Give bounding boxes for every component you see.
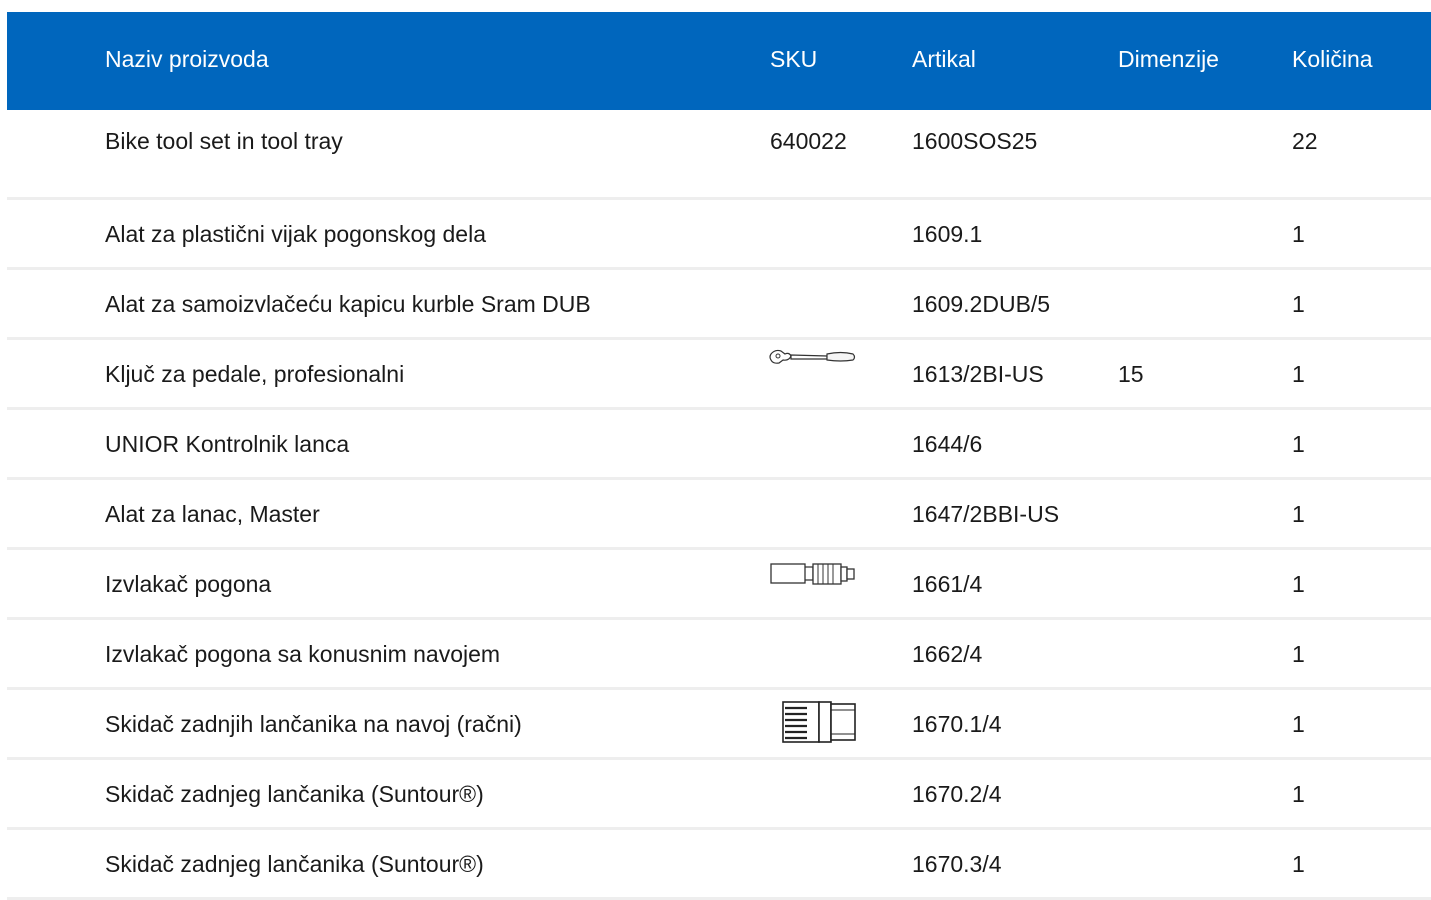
product-name[interactable]: Skidač zadnjih lančanika na navoj (račni… xyxy=(105,710,522,738)
product-quantity: 1 xyxy=(1292,221,1305,247)
table-row: Ključ za pedale, profesionalni 1613/2BI-… xyxy=(7,340,1431,410)
table-row: UNIOR Kontrolnik lanca 1644/6 1 xyxy=(7,410,1431,480)
table-row: Skidač zadnjeg lančanika (Suntour®) 1670… xyxy=(7,760,1431,830)
table-row: Izvlakač pogona 1661/4 1 xyxy=(7,550,1431,620)
product-name[interactable]: Ključ za pedale, profesionalni xyxy=(105,360,404,388)
product-article: 1670.2/4 xyxy=(912,781,1002,807)
product-sku: 640022 xyxy=(770,128,847,154)
product-name[interactable]: Bike tool set in tool tray xyxy=(105,127,343,155)
pedal-wrench-thumbnail[interactable] xyxy=(769,348,857,396)
product-article: 1613/2BI-US xyxy=(912,361,1044,387)
table-row: Skidač zadnjih lančanika na navoj (račni… xyxy=(7,690,1431,760)
product-article: 1609.1 xyxy=(912,221,983,247)
product-quantity: 1 xyxy=(1292,431,1305,457)
product-article: 1661/4 xyxy=(912,571,983,597)
product-name[interactable]: Skidač zadnjeg lančanika (Suntour®) xyxy=(105,850,484,878)
column-header-sku[interactable]: SKU xyxy=(770,12,817,110)
product-article: 1647/2BBI-US xyxy=(912,501,1060,527)
product-article: 1662/4 xyxy=(912,641,983,667)
product-article: 1644/6 xyxy=(912,431,983,457)
column-header-quantity[interactable]: Količina xyxy=(1292,12,1373,110)
product-name[interactable]: Alat za lanac, Master xyxy=(105,500,320,528)
product-quantity: 1 xyxy=(1292,641,1305,667)
product-article: 1600SOS25 xyxy=(912,128,1038,154)
product-article: 1670.3/4 xyxy=(912,851,1002,877)
product-article: 1670.1/4 xyxy=(912,711,1002,737)
table-row: Alat za plastični vijak pogonskog dela 1… xyxy=(7,200,1431,270)
product-name[interactable]: Izvlakač pogona sa konusnim navojem xyxy=(105,640,500,668)
product-name[interactable]: UNIOR Kontrolnik lanca xyxy=(105,430,349,458)
product-quantity: 22 xyxy=(1292,128,1318,154)
table-row: Skidač zadnjeg lančanika (Suntour®) 1670… xyxy=(7,830,1431,900)
column-header-dimensions[interactable]: Dimenzije xyxy=(1118,12,1219,110)
product-quantity: 1 xyxy=(1292,711,1305,737)
product-name[interactable]: Alat za plastični vijak pogonskog dela xyxy=(105,220,486,248)
product-table: Naziv proizvoda SKU Artikal Dimenzije Ko… xyxy=(7,12,1431,900)
product-quantity: 1 xyxy=(1292,781,1305,807)
product-quantity: 1 xyxy=(1292,291,1305,317)
product-dimensions: 15 xyxy=(1118,361,1144,387)
table-row: Bike tool set in tool tray 640022 1600SO… xyxy=(7,110,1431,200)
product-quantity: 1 xyxy=(1292,851,1305,877)
table-row: Izvlakač pogona sa konusnim navojem 1662… xyxy=(7,620,1431,690)
column-header-article[interactable]: Artikal xyxy=(912,12,976,110)
product-article: 1609.2DUB/5 xyxy=(912,291,1051,317)
product-name[interactable]: Alat za samoizvlačeću kapicu kurble Sram… xyxy=(105,290,591,318)
product-name[interactable]: Izvlakač pogona xyxy=(105,570,271,598)
product-quantity: 1 xyxy=(1292,501,1305,527)
table-row: Alat za lanac, Master 1647/2BBI-US 1 xyxy=(7,480,1431,550)
column-header-name[interactable]: Naziv proizvoda xyxy=(105,12,269,110)
product-quantity: 1 xyxy=(1292,571,1305,597)
table-header: Naziv proizvoda SKU Artikal Dimenzije Ko… xyxy=(7,12,1431,110)
product-quantity: 1 xyxy=(1292,361,1305,387)
table-row: Alat za samoizvlačeću kapicu kurble Sram… xyxy=(7,270,1431,340)
freewheel-remover-thumbnail[interactable] xyxy=(769,700,857,748)
product-name[interactable]: Skidač zadnjeg lančanika (Suntour®) xyxy=(105,780,484,808)
crank-puller-thumbnail[interactable] xyxy=(769,561,857,609)
